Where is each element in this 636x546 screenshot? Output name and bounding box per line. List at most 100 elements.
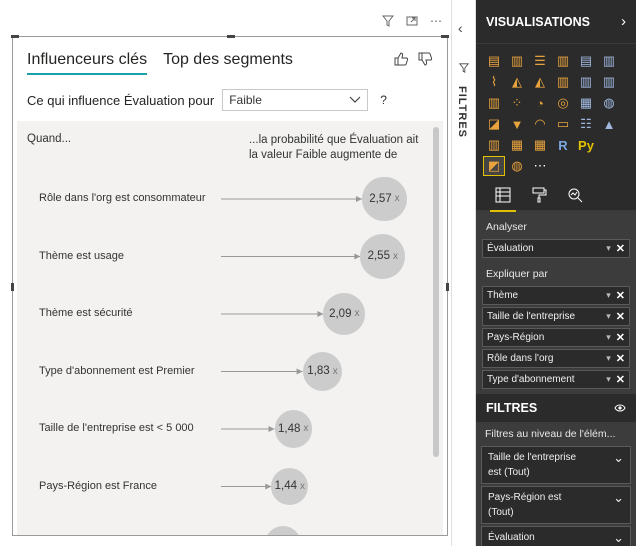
remove-field-icon[interactable]: ✕ [616, 310, 625, 323]
influencer-label[interactable]: Thème est sécurité [39, 307, 133, 319]
remove-field-icon[interactable]: ✕ [616, 331, 625, 344]
field-well-item[interactable]: Thème ▾ ✕ [482, 286, 630, 305]
100-column-icon[interactable]: ▥ [599, 52, 619, 70]
field-well-item[interactable]: Pays-Région ▾ ✕ [482, 328, 630, 347]
filter-card[interactable]: Évaluation ⌄ [481, 526, 631, 546]
influencer-bubble[interactable]: 1,48 x [274, 410, 312, 448]
ribbon-chart-icon[interactable]: ▥ [599, 73, 619, 91]
resize-handle[interactable] [446, 283, 449, 291]
chevron-down-icon[interactable]: ▾ [606, 353, 611, 364]
chevron-down-icon[interactable]: ▾ [606, 290, 611, 301]
field-controls: ▾ ✕ [606, 242, 625, 255]
field-name: Pays-Région [487, 332, 545, 343]
chevron-right-icon[interactable]: › [621, 13, 626, 30]
resize-handle[interactable] [11, 35, 19, 38]
key-influencers-icon[interactable]: ◩ [483, 156, 505, 176]
thumbs-up-icon[interactable] [393, 51, 409, 67]
map-icon[interactable]: ◍ [599, 94, 619, 112]
influencer-label[interactable]: Pays-Région est France [39, 480, 157, 492]
tab-key-influencers[interactable]: Influenceurs clés [27, 51, 148, 75]
slicer-icon[interactable]: ▥ [484, 136, 504, 154]
filter-icon [458, 63, 470, 76]
chevron-down-icon[interactable]: ▾ [606, 332, 611, 343]
clustered-bar-icon[interactable]: ☰ [530, 52, 550, 70]
tab-top-segments[interactable]: Top des segments [163, 51, 293, 75]
treemap-icon[interactable]: ▦ [576, 94, 596, 112]
filter-card-label: Taille de l'entreprise est (Tout) [488, 452, 577, 478]
key-influencers-visual[interactable]: Influenceurs clés Top des segments Ce qu… [11, 35, 449, 536]
resize-handle[interactable] [227, 35, 235, 38]
influencer-value: 2,55 [367, 250, 390, 263]
field-name: Thème [487, 290, 519, 301]
chevron-down-icon[interactable]: ⌄ [613, 490, 624, 520]
globe-icon[interactable]: ◍ [507, 157, 527, 175]
help-icon[interactable]: ? [380, 93, 387, 107]
focus-mode-icon[interactable] [405, 14, 419, 28]
field-well-item[interactable]: Type d'abonnement ▾ ✕ [482, 370, 630, 389]
waterfall-icon[interactable]: ▥ [484, 94, 504, 112]
filters-rail[interactable]: ‹ FILTRES [452, 0, 476, 546]
remove-field-icon[interactable]: ✕ [616, 352, 625, 365]
line-clustered-column-icon[interactable]: ▥ [576, 73, 596, 91]
influencer-unit: x [354, 308, 360, 320]
kpi-icon[interactable]: ▲ [599, 115, 619, 133]
matrix-icon[interactable]: ▦ [530, 136, 550, 154]
table-icon[interactable]: ▦ [507, 136, 527, 154]
scatter-icon[interactable]: ⁘ [507, 94, 527, 112]
eye-icon[interactable] [614, 403, 626, 413]
r-visual-icon[interactable]: R [553, 136, 573, 154]
field-well-item[interactable]: Évaluation ▾ ✕ [482, 239, 630, 258]
pie-chart-icon[interactable]: ◔ [530, 94, 550, 112]
analytics-icon[interactable] [564, 184, 586, 206]
influencer-bubble[interactable]: 2,57 x [361, 176, 407, 222]
chevron-down-icon[interactable]: ⌄ [613, 450, 624, 480]
resize-handle[interactable] [11, 283, 14, 291]
filters-title: FILTRES [486, 401, 538, 415]
chevron-down-icon[interactable]: ▾ [606, 243, 611, 254]
chevron-down-icon[interactable]: ▾ [606, 311, 611, 322]
influencer-label[interactable]: Taille de l'entreprise est < 5 000 [39, 422, 194, 434]
field-well-item[interactable]: Taille de l'entreprise ▾ ✕ [482, 307, 630, 326]
filled-map-icon[interactable]: ◪ [484, 115, 504, 133]
remove-field-icon[interactable]: ✕ [616, 242, 625, 255]
clustered-column-icon[interactable]: ▥ [553, 52, 573, 70]
100-bar-icon[interactable]: ▤ [576, 52, 596, 70]
remove-field-icon[interactable]: ✕ [616, 289, 625, 302]
influencer-label[interactable]: Thème est usage [39, 250, 124, 262]
resize-handle[interactable] [441, 35, 449, 38]
format-paint-icon[interactable] [528, 184, 550, 206]
filter-icon[interactable] [381, 14, 395, 28]
influencer-label[interactable]: Rôle dans l'org est consommateur [39, 192, 206, 204]
python-visual-icon[interactable]: Py [576, 136, 596, 154]
chevron-down-icon[interactable]: ▾ [606, 374, 611, 385]
stacked-bar-icon[interactable]: ▤ [484, 52, 504, 70]
donut-chart-icon[interactable]: ◎ [553, 94, 573, 112]
influencer-label[interactable]: Type d'abonnement est Premier [39, 365, 195, 377]
thumbs-down-icon[interactable] [417, 51, 433, 67]
filter-card[interactable]: Taille de l'entreprise est (Tout) ⌄ [481, 446, 631, 484]
card-icon[interactable]: ▭ [553, 115, 573, 133]
influencer-unit: x [394, 193, 400, 205]
fields-icon[interactable] [490, 184, 516, 212]
influence-value-dropdown[interactable]: Faible [222, 89, 369, 111]
influencer-bubble[interactable]: 2,09 x [323, 293, 366, 335]
field-well-item[interactable]: Rôle dans l'org ▾ ✕ [482, 349, 630, 368]
chevron-left-icon[interactable]: ‹ [458, 20, 463, 36]
line-chart-icon[interactable]: ⌇ [484, 73, 504, 91]
more-visuals-icon[interactable]: ⋯ [530, 157, 550, 175]
gauge-icon[interactable]: ◠ [530, 115, 550, 133]
area-chart-icon[interactable]: ◭ [507, 73, 527, 91]
stacked-column-icon[interactable]: ▥ [507, 52, 527, 70]
visual-header-icons: ⋯ [381, 14, 443, 28]
chevron-down-icon[interactable]: ⌄ [613, 530, 624, 545]
multirow-card-icon[interactable]: ☷ [576, 115, 596, 133]
line-column-icon[interactable]: ▥ [553, 73, 573, 91]
filter-card[interactable]: Pays-Région est (Tout) ⌄ [481, 486, 631, 524]
influencer-bubble[interactable]: 2,55 x [360, 234, 406, 279]
more-options-icon[interactable]: ⋯ [429, 14, 443, 28]
influencer-unit: x [300, 480, 306, 492]
stacked-area-icon[interactable]: ◭ [530, 73, 550, 91]
remove-field-icon[interactable]: ✕ [616, 373, 625, 386]
funnel-icon[interactable]: ▼ [507, 115, 527, 133]
field-name: Rôle dans l'org [487, 353, 554, 364]
